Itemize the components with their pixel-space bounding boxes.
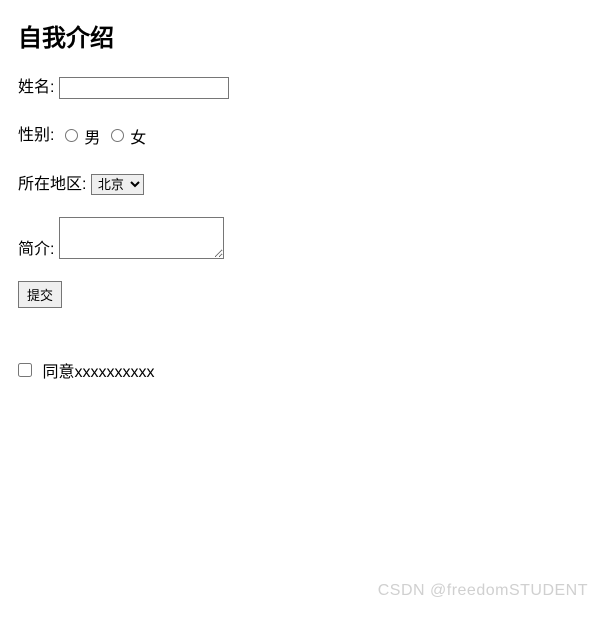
region-field-row: 所在地区: 北京 bbox=[18, 170, 590, 195]
name-field-row: 姓名: bbox=[18, 73, 590, 99]
submit-button[interactable]: 提交 bbox=[18, 281, 62, 308]
gender-female-label: 女 bbox=[130, 130, 146, 147]
region-select[interactable]: 北京 bbox=[91, 174, 144, 195]
bio-textarea[interactable] bbox=[59, 217, 224, 259]
watermark-text: CSDN @freedomSTUDENT bbox=[378, 582, 588, 600]
submit-row: 提交 bbox=[18, 281, 590, 308]
agree-checkbox[interactable] bbox=[18, 363, 32, 377]
name-label: 姓名: bbox=[18, 79, 54, 96]
page-title: 自我介绍 bbox=[18, 18, 590, 53]
gender-field-row: 性别: 男 女 bbox=[18, 121, 590, 148]
gender-female-radio[interactable] bbox=[111, 129, 124, 142]
bio-label: 简介: bbox=[18, 241, 54, 258]
name-input[interactable] bbox=[59, 77, 229, 99]
gender-male-label: 男 bbox=[84, 130, 100, 147]
bio-field-row: 简介: bbox=[18, 217, 590, 259]
gender-male-radio[interactable] bbox=[65, 129, 78, 142]
gender-label: 性别: bbox=[18, 127, 54, 144]
region-label: 所在地区: bbox=[18, 176, 86, 193]
agree-label: 同意xxxxxxxxxx bbox=[42, 364, 154, 381]
agree-row: 同意xxxxxxxxxx bbox=[18, 358, 590, 382]
